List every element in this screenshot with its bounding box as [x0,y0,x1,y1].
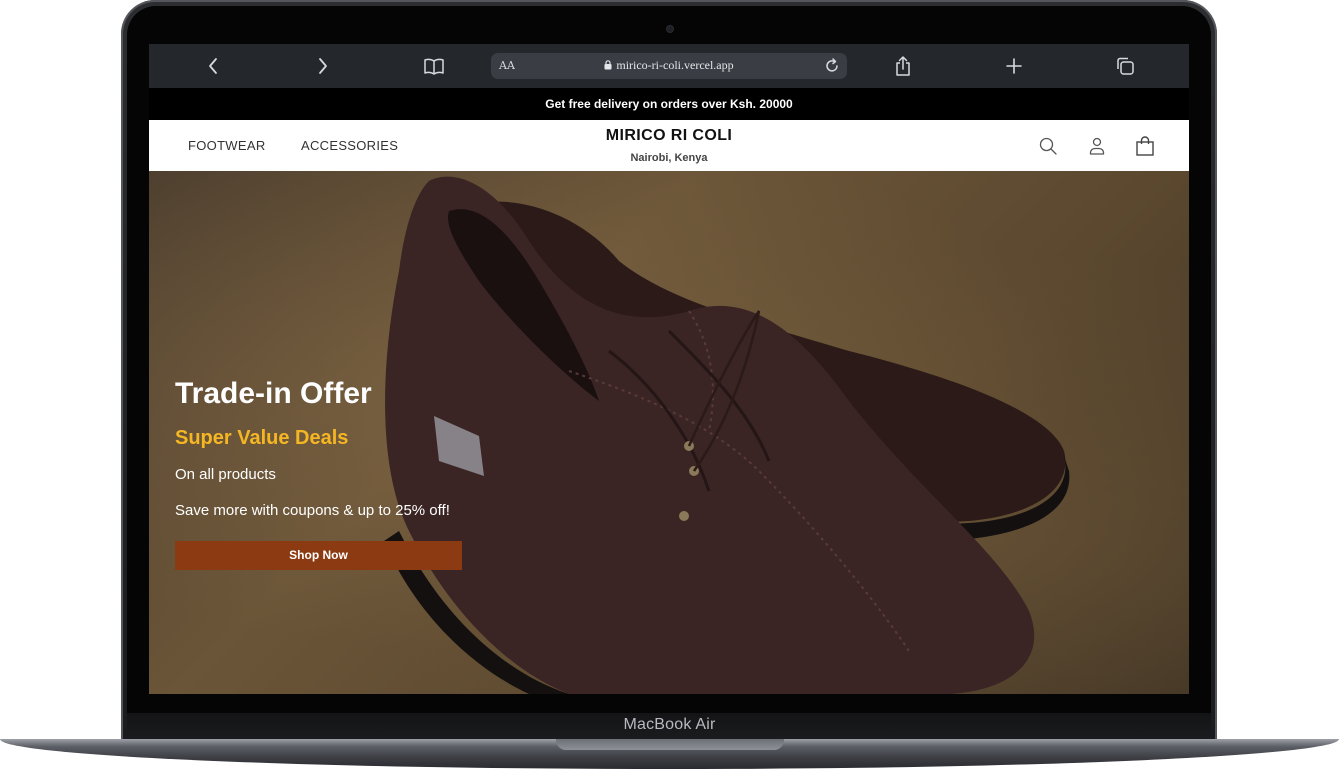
lock-icon [604,60,612,70]
forward-icon[interactable] [310,54,336,78]
reload-icon[interactable] [823,57,841,75]
hero-text-line-2: Save more with coupons & up to 25% off! [175,502,450,519]
announcement-bar: Get free delivery on orders over Ksh. 20… [149,88,1189,120]
hero-banner: Trade-in Offer Super Value Deals On all … [149,171,1189,694]
brand-location: Nairobi, Kenya [630,152,708,164]
brand-logo[interactable]: MIRICO RI COLI [149,127,1189,145]
account-icon[interactable] [1086,135,1108,157]
plus-icon[interactable] [1001,54,1027,78]
url-display[interactable]: mirico-ri-coli.vercel.app [491,58,847,73]
hero-title: Trade-in Offer [175,377,372,410]
laptop-notch [556,739,784,750]
tabs-icon[interactable] [1112,54,1138,78]
url-text: mirico-ri-coli.vercel.app [616,58,734,72]
search-icon[interactable] [1037,135,1059,157]
book-icon[interactable] [421,54,447,78]
camera-icon [667,26,673,32]
browser-screen: AA mirico-ri-coli.vercel.app Get free de… [149,44,1189,694]
shop-now-button[interactable]: Shop Now [175,541,462,570]
hero-text-line-1: On all products [175,466,276,483]
device-label: MacBook Air [623,716,716,733]
share-icon[interactable] [890,54,916,78]
browser-toolbar: AA mirico-ri-coli.vercel.app [149,44,1189,88]
site-header: FOOTWEAR ACCESSORIES MIRICO RI COLI Nair… [149,120,1189,171]
bag-icon[interactable] [1134,135,1156,157]
address-bar[interactable]: AA mirico-ri-coli.vercel.app [491,53,847,79]
back-icon[interactable] [200,54,226,78]
hero-subtitle: Super Value Deals [175,427,349,449]
